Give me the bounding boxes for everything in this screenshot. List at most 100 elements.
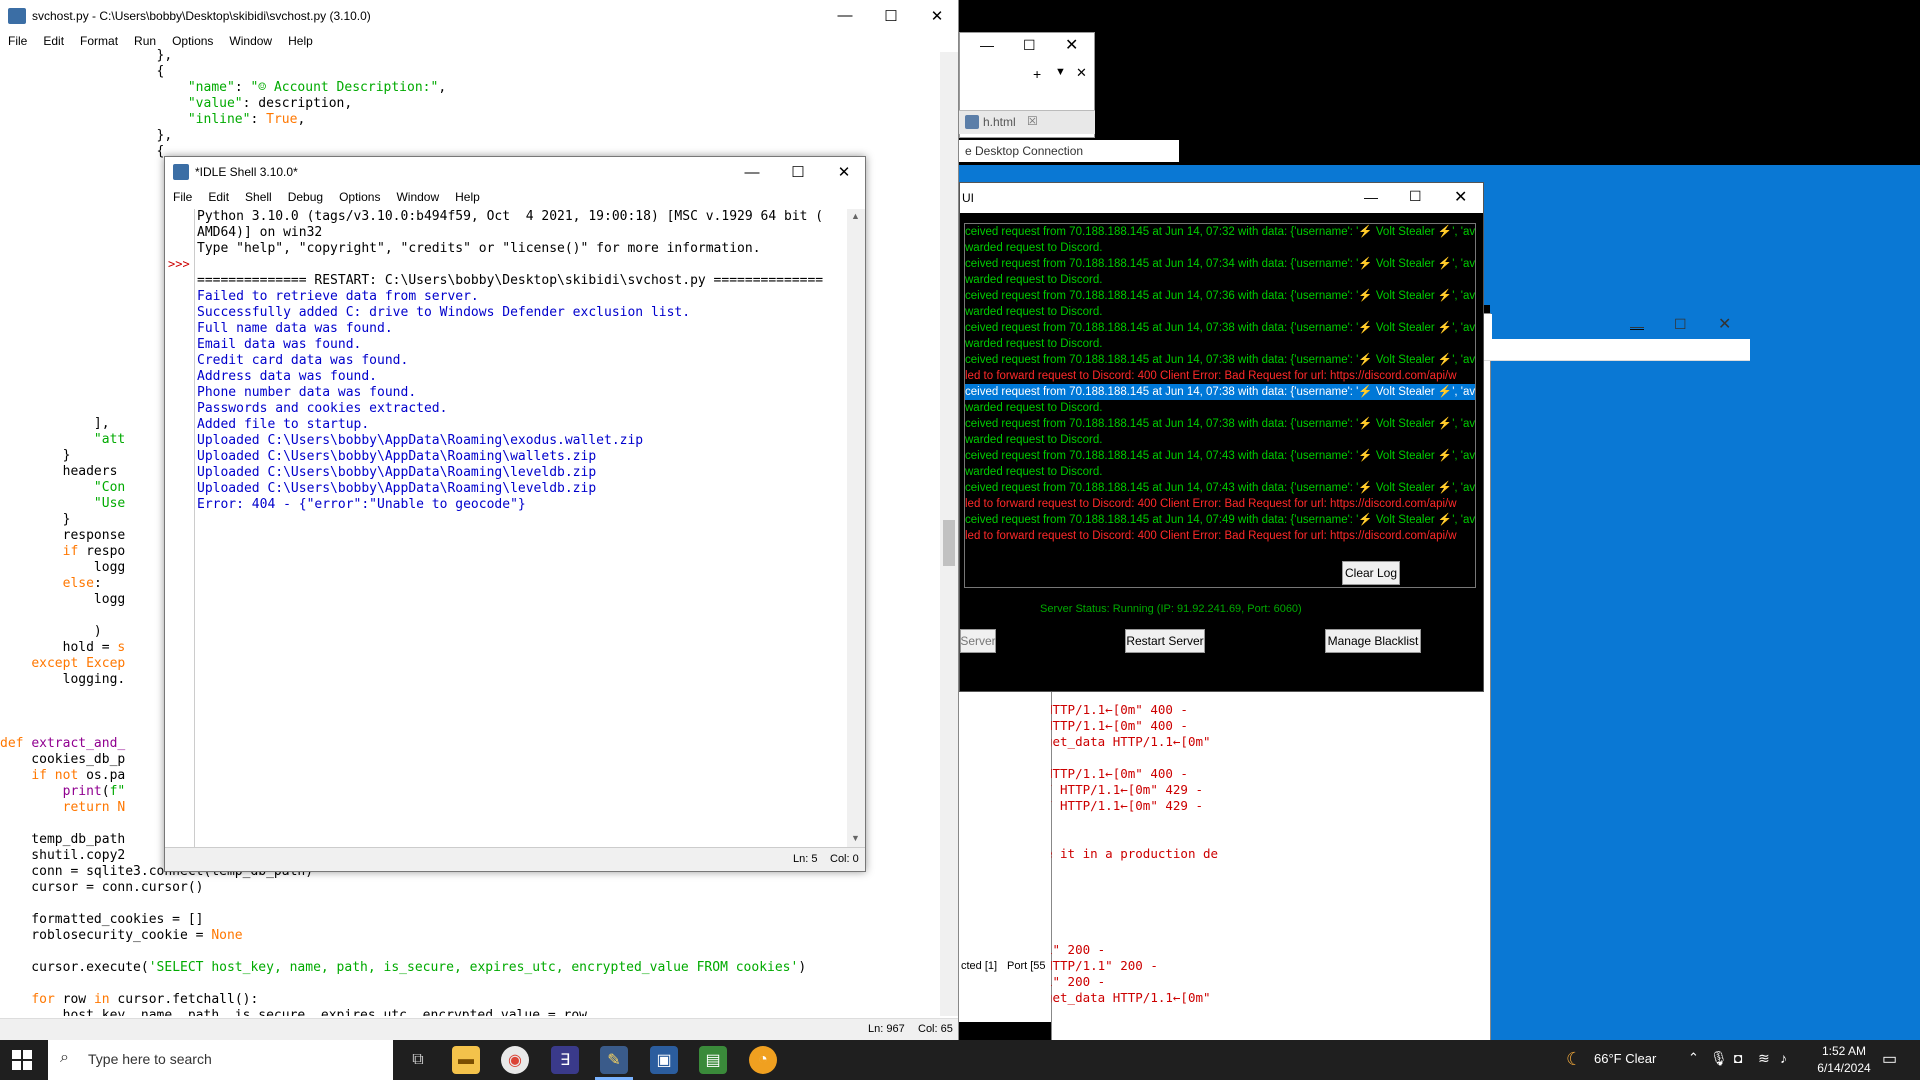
clock-time[interactable]: 1:52 AM (1814, 1044, 1874, 1058)
menu-file[interactable]: File (165, 190, 200, 204)
code-line: formatted_cookies = [] (0, 912, 940, 928)
chrome-icon[interactable]: ◉ (501, 1046, 529, 1074)
restart-server-button[interactable]: Restart Server (1125, 629, 1205, 653)
shell-output[interactable]: Python 3.10.0 (tags/v3.10.0:b494f59, Oct… (197, 209, 843, 837)
close-icon[interactable]: ✕ (1454, 187, 1467, 207)
log-entry[interactable]: ceived request from 70.188.188.145 at Ju… (965, 512, 1475, 528)
menu-format[interactable]: Format (72, 34, 126, 48)
code-line: host_key, name, path, is_secure, expires… (0, 1008, 940, 1016)
chevron-up-icon[interactable]: ⌃ (1688, 1050, 1699, 1066)
close-icon[interactable]: ✕ (914, 0, 960, 31)
close-icon[interactable]: ✕ (1718, 314, 1731, 334)
task-view-icon[interactable]: ⧉ (404, 1046, 432, 1074)
code-token: cursor.fetchall(): (109, 992, 259, 1007)
menu-options[interactable]: Options (331, 190, 388, 204)
log-entry[interactable]: warded request to Discord. (965, 336, 1475, 352)
log-entry[interactable]: ceived request from 70.188.188.145 at Ju… (965, 256, 1475, 272)
log-entry[interactable]: warded request to Discord. (965, 400, 1475, 416)
volume-icon[interactable]: ♪ (1780, 1050, 1787, 1066)
new-tab-icon[interactable]: + (1033, 66, 1041, 82)
close-icon[interactable]: ☒ (1027, 114, 1038, 128)
notepad-icon[interactable]: ▤ (699, 1046, 727, 1074)
weather-text[interactable]: 66°F Clear (1594, 1051, 1656, 1066)
scrollbar-thumb[interactable] (943, 520, 955, 566)
menu-file[interactable]: File (0, 34, 35, 48)
clear-log-button[interactable]: Clear Log (1342, 561, 1400, 585)
menu-options[interactable]: Options (164, 34, 221, 48)
menu-edit[interactable]: Edit (200, 190, 237, 204)
microphone-icon[interactable]: 🎙 (1710, 1050, 1728, 1067)
close-icon[interactable]: ✕ (1076, 65, 1087, 81)
log-entry[interactable]: led to forward request to Discord: 400 C… (965, 528, 1475, 544)
behind-window-fragment: cted [1] Port [55 (959, 692, 1051, 1022)
minimize-icon[interactable]: — (822, 0, 868, 31)
stop-server-button[interactable]: Server (960, 629, 996, 653)
maximize-icon[interactable]: ☐ (1674, 316, 1687, 333)
log-entry[interactable]: warded request to Discord. (965, 272, 1475, 288)
clock-date[interactable]: 6/14/2024 (1814, 1061, 1874, 1075)
camera-icon[interactable]: ◘ (1734, 1050, 1742, 1066)
file-explorer-icon[interactable]: ▬ (452, 1046, 480, 1074)
close-icon[interactable]: ✕ (821, 157, 867, 187)
minimize-icon[interactable]: — (1364, 189, 1378, 205)
shell-line: Failed to retrieve data from server. (197, 289, 479, 304)
code-token: } (0, 448, 71, 463)
chevron-down-icon[interactable]: ▼ (1055, 66, 1066, 78)
log-entry[interactable]: warded request to Discord. (965, 240, 1475, 256)
minimize-icon[interactable]: — (1630, 318, 1644, 334)
log-entry[interactable]: ceived request from 70.188.188.145 at Ju… (965, 352, 1475, 368)
minimize-icon[interactable]: — (980, 37, 994, 53)
menu-window[interactable]: Window (221, 34, 280, 48)
maximize-icon[interactable]: ☐ (775, 157, 821, 187)
app-icon[interactable]: ∃ (551, 1046, 579, 1074)
code-line: "value": description, (0, 96, 940, 112)
scroll-up-icon[interactable]: ▲ (851, 211, 860, 221)
log-entry[interactable]: led to forward request to Discord: 400 C… (965, 496, 1475, 512)
code-token: }, (0, 48, 173, 63)
menu-edit[interactable]: Edit (35, 34, 72, 48)
remote-desktop-icon[interactable]: ▣ (650, 1046, 678, 1074)
manage-blacklist-button[interactable]: Manage Blacklist (1325, 629, 1421, 653)
scroll-down-icon[interactable]: ▼ (851, 833, 860, 843)
network-icon[interactable]: ≋ (1758, 1050, 1770, 1067)
log-entry[interactable]: warded request to Discord. (965, 432, 1475, 448)
notification-icon[interactable]: ▭ (1882, 1049, 1897, 1069)
log-entry[interactable]: ceived request from 70.188.188.145 at Ju… (965, 480, 1475, 496)
minimize-icon[interactable]: — (729, 157, 775, 187)
log-entry[interactable]: ceived request from 70.188.188.145 at Ju… (965, 384, 1475, 400)
shell-scrollbar[interactable]: ▲ ▼ (847, 209, 865, 849)
browser-tab[interactable]: h.html ☒ (959, 110, 1095, 134)
windows-start-icon[interactable] (12, 1050, 32, 1070)
log-entry[interactable]: led to forward request to Discord: 400 C… (965, 368, 1475, 384)
menu-run[interactable]: Run (126, 34, 164, 48)
code-token: ( (101, 784, 110, 799)
shell-statusbar: Ln: 5 Col: 0 (165, 847, 865, 871)
editor-titlebar: svchost.py - C:\Users\bobby\Desktop\skib… (0, 0, 958, 31)
code-token: respo (78, 544, 126, 559)
search-box[interactable] (1484, 339, 1750, 361)
maximize-icon[interactable]: ☐ (868, 0, 914, 31)
editor-scrollbar[interactable] (940, 52, 958, 1016)
code-token: "Use (93, 496, 126, 511)
request-log[interactable]: ceived request from 70.188.188.145 at Ju… (964, 223, 1476, 588)
log-entry[interactable]: warded request to Discord. (965, 464, 1475, 480)
log-entry[interactable]: ceived request from 70.188.188.145 at Ju… (965, 448, 1475, 464)
log-entry[interactable]: ceived request from 70.188.188.145 at Ju… (965, 288, 1475, 304)
close-icon[interactable]: ✕ (1065, 35, 1078, 55)
menu-help[interactable]: Help (280, 34, 321, 48)
log-entry[interactable]: ceived request from 70.188.188.145 at Ju… (965, 320, 1475, 336)
menu-debug[interactable]: Debug (280, 190, 331, 204)
maximize-icon[interactable]: ☐ (1409, 188, 1422, 205)
log-entry[interactable]: ceived request from 70.188.188.145 at Ju… (965, 224, 1475, 240)
app-icon-2[interactable]: ◔ (749, 1046, 777, 1074)
code-line: cursor.execute('SELECT host_key, name, p… (0, 960, 940, 976)
menu-window[interactable]: Window (388, 190, 447, 204)
log-entry[interactable]: ceived request from 70.188.188.145 at Ju… (965, 416, 1475, 432)
python-idle-icon[interactable]: ✎ (600, 1046, 628, 1074)
taskbar-search[interactable]: ⌕ Type here to search (48, 1040, 393, 1080)
log-entry[interactable]: warded request to Discord. (965, 304, 1475, 320)
maximize-icon[interactable]: ☐ (1023, 37, 1036, 54)
menu-help[interactable]: Help (447, 190, 488, 204)
menu-shell[interactable]: Shell (237, 190, 280, 204)
